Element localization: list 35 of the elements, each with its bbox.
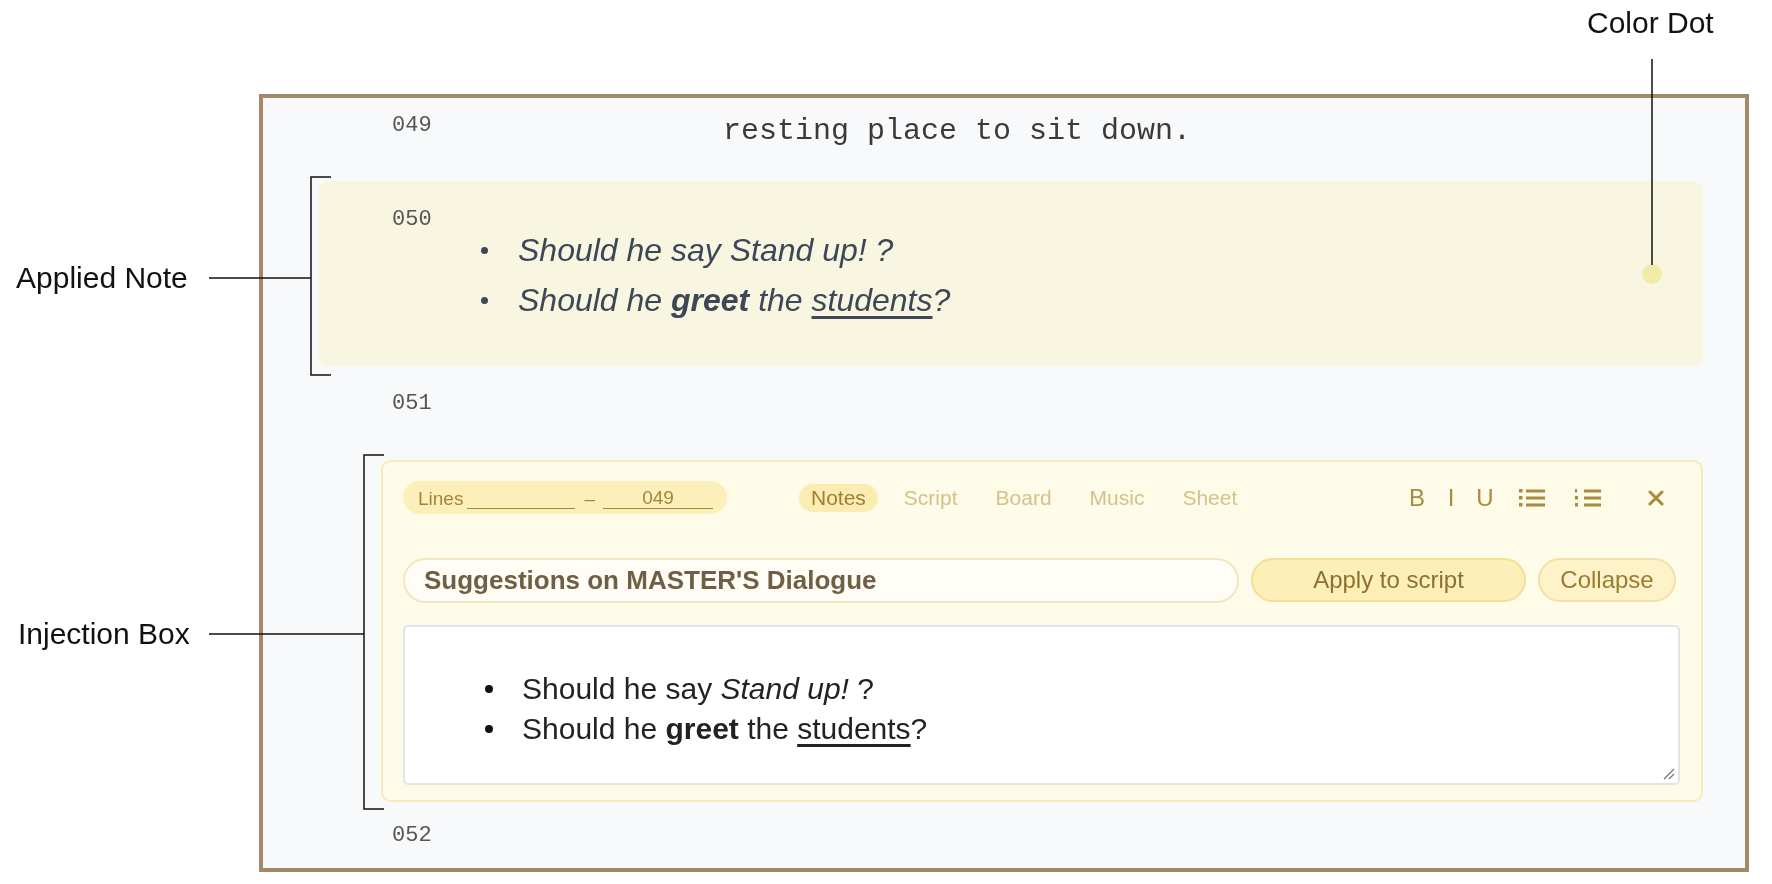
numbered-list-icon xyxy=(1575,488,1601,507)
line-number: 051 xyxy=(392,393,432,415)
bullet-icon xyxy=(481,296,488,304)
bullet-icon xyxy=(481,246,488,254)
collapse-button[interactable]: Collapse xyxy=(1538,558,1676,602)
bullet-icon xyxy=(485,685,493,693)
tab[interactable]: Notes xyxy=(799,483,878,512)
underline-button[interactable]: U xyxy=(1470,482,1500,513)
note-item: Should he say Stand up! ? xyxy=(518,231,894,269)
callout-label: Injection Box xyxy=(18,617,190,651)
line-number: 052 xyxy=(392,825,432,847)
tab[interactable]: Script xyxy=(891,483,970,512)
apply-button[interactable]: Apply to script xyxy=(1251,558,1526,602)
bold-button[interactable]: B xyxy=(1402,482,1432,513)
line-range-field[interactable]: 049 xyxy=(603,488,713,509)
list-item: Should he say Stand up! ? xyxy=(522,671,874,707)
italic-button[interactable]: I xyxy=(1436,482,1466,513)
editor-field[interactable]: Should he say Stand up! ? Should he greet the students? xyxy=(403,625,1680,785)
bullet-icon xyxy=(485,725,493,733)
list-item: Should he greet the students? xyxy=(522,711,928,747)
line-number: 049 xyxy=(392,115,432,137)
bullet-list-icon xyxy=(1519,488,1545,507)
tab[interactable]: Music xyxy=(1077,483,1157,512)
callout-label: Color Dot xyxy=(1587,6,1714,40)
script-line-text: resting place to sit down. xyxy=(723,114,1192,148)
range-dash: – xyxy=(584,489,595,509)
note-item: Should he greet the students? xyxy=(518,281,951,319)
resize-handle-icon[interactable] xyxy=(1663,768,1675,780)
close-icon xyxy=(1648,489,1664,506)
range-label: Lines xyxy=(418,489,464,509)
tab[interactable]: Sheet xyxy=(1170,483,1250,512)
tab[interactable]: Board xyxy=(983,483,1064,512)
line-number: 050 xyxy=(392,209,432,231)
title-field[interactable]: Suggestions on MASTER'S Dialogue xyxy=(403,557,1239,603)
callout-label: Applied Note xyxy=(16,261,188,295)
